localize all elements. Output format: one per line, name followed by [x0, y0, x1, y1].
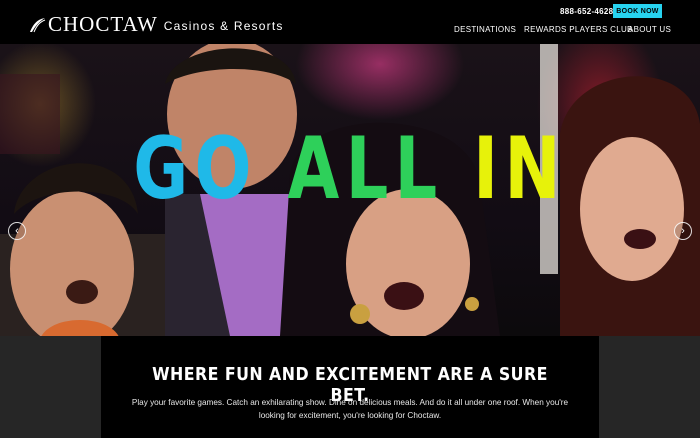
chevron-right-icon: ›: [681, 224, 685, 237]
phone-number-link[interactable]: 888-652-4628: [560, 7, 613, 16]
intro-body: Play your favorite games. Catch an exhil…: [131, 398, 569, 420]
nav-about-us[interactable]: ABOUT US: [628, 25, 671, 34]
intro-card: WHERE FUN AND EXCITEMENT ARE A SURE BET.…: [101, 336, 599, 438]
book-now-button[interactable]: BOOK NOW: [613, 4, 662, 18]
nav-rewards-players-club[interactable]: REWARDS PLAYERS CLUB: [524, 25, 633, 34]
carousel-prev-button[interactable]: ‹: [8, 222, 26, 240]
hero-carousel: GO ALL IN ‹ ›: [0, 44, 700, 336]
headline-word-in: IN: [473, 119, 567, 219]
brand-subtitle: Casinos & Resorts: [163, 19, 284, 33]
chevron-left-icon: ‹: [15, 224, 19, 237]
hero-headline: GO ALL IN: [77, 126, 623, 212]
headline-word-go: GO: [133, 119, 258, 219]
headline-word-all: ALL: [287, 119, 444, 219]
brand-name: CHOCTAW: [48, 12, 158, 36]
carousel-next-button[interactable]: ›: [674, 222, 692, 240]
nav-destinations[interactable]: DESTINATIONS: [454, 25, 516, 34]
site-header: CHOCTAW Casinos & Resorts 888-652-4628 B…: [0, 0, 700, 44]
choctaw-logo[interactable]: CHOCTAW Casinos & Resorts: [28, 12, 284, 36]
feather-logo-icon: [30, 18, 46, 33]
